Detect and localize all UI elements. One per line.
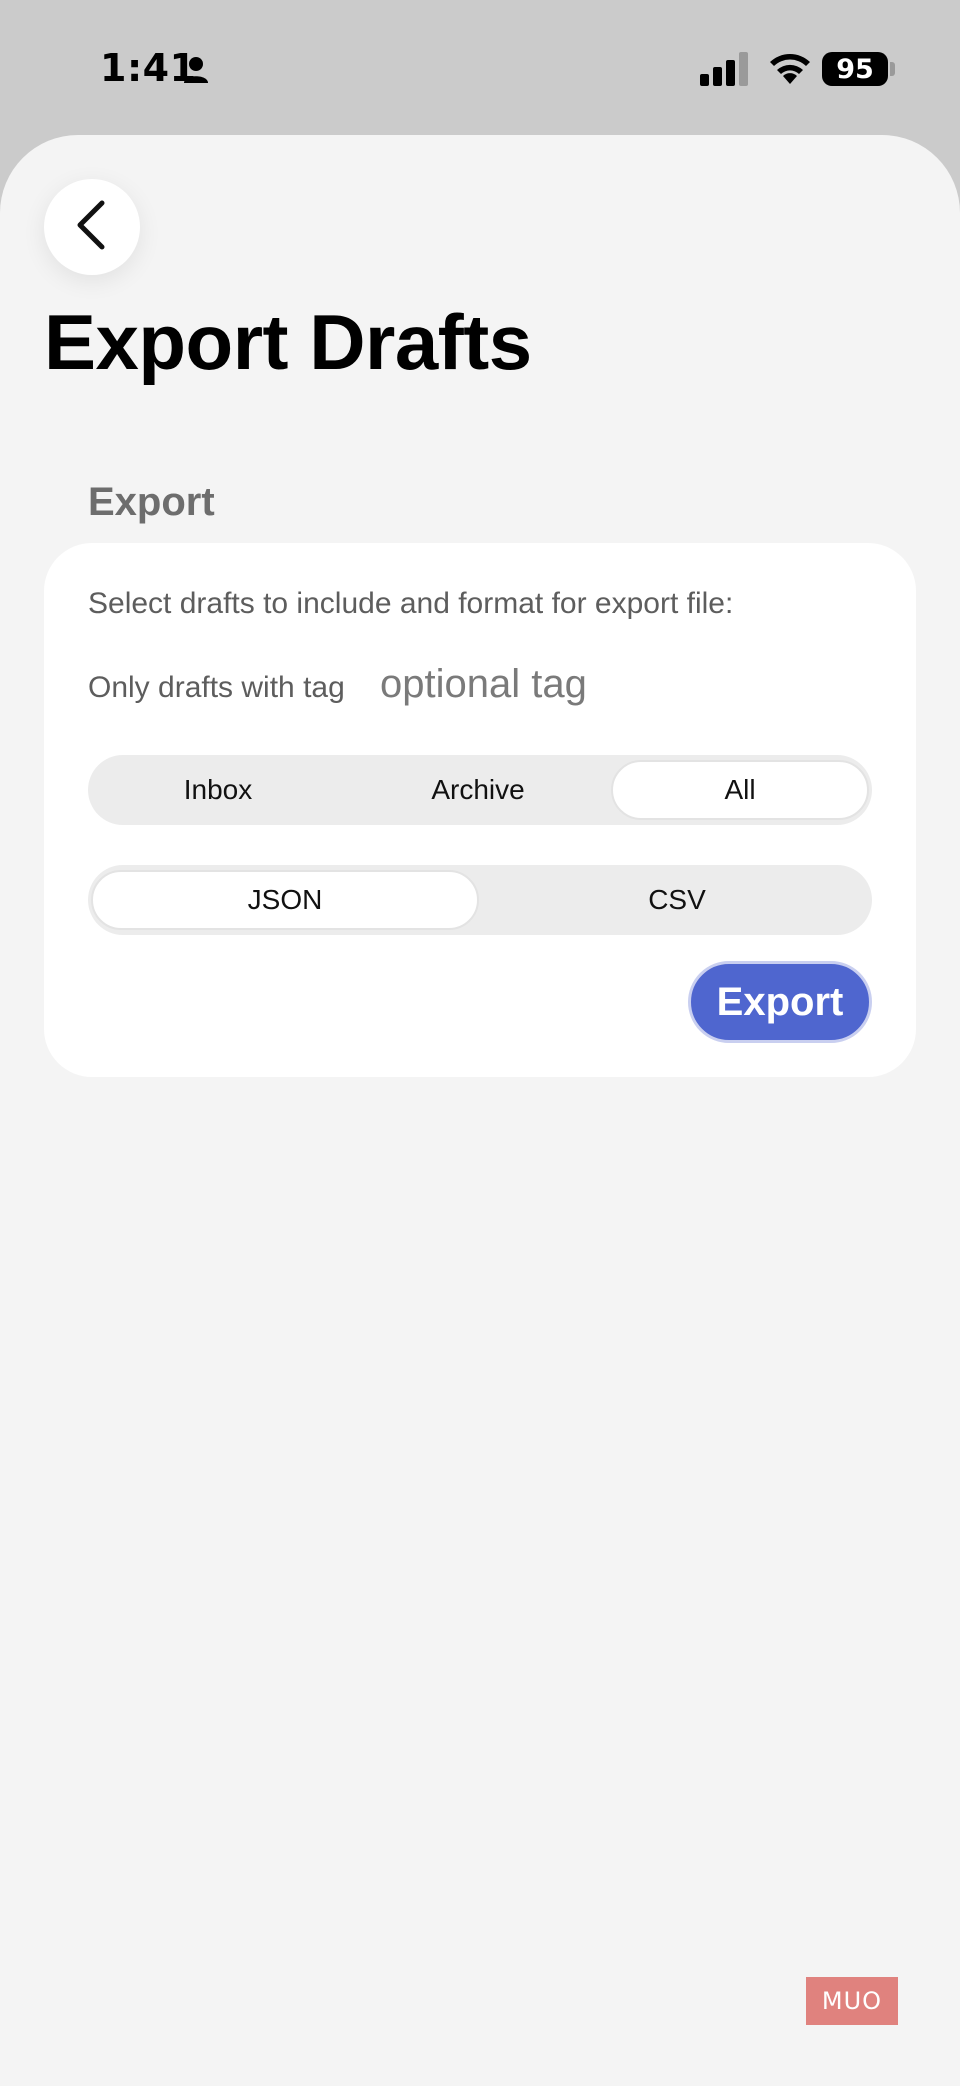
export-sheet bbox=[0, 135, 960, 2086]
status-bar: 1:41 95 bbox=[0, 0, 960, 135]
export-card: Select drafts to include and format for … bbox=[44, 543, 916, 1077]
signal-icon bbox=[700, 52, 750, 91]
section-header: Export bbox=[88, 480, 215, 524]
segment-json[interactable]: JSON bbox=[91, 870, 479, 930]
wifi-icon bbox=[768, 50, 812, 89]
segment-archive[interactable]: Archive bbox=[351, 760, 605, 820]
scope-segmented-control: Inbox Archive All bbox=[88, 755, 872, 825]
instructions-text: Select drafts to include and format for … bbox=[88, 587, 734, 620]
person-icon bbox=[183, 56, 209, 89]
segment-csv[interactable]: CSV bbox=[485, 870, 869, 930]
chevron-left-icon bbox=[72, 199, 112, 256]
tag-label: Only drafts with tag bbox=[88, 671, 345, 704]
muo-watermark: MUO bbox=[806, 1977, 898, 2025]
segment-all[interactable]: All bbox=[611, 760, 869, 820]
page-title: Export Drafts bbox=[44, 298, 532, 386]
back-button[interactable] bbox=[44, 179, 140, 275]
format-segmented-control: JSON CSV bbox=[88, 865, 872, 935]
battery-icon: 95 bbox=[822, 52, 888, 86]
battery-cap bbox=[890, 62, 895, 76]
tag-input[interactable] bbox=[380, 658, 860, 710]
segment-inbox[interactable]: Inbox bbox=[91, 760, 345, 820]
export-button[interactable]: Export bbox=[688, 961, 872, 1043]
